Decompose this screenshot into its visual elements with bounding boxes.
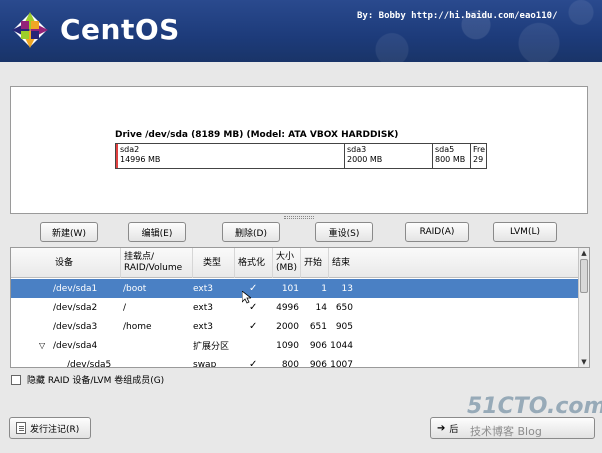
cell-end: 650 <box>335 302 353 313</box>
col-mount[interactable]: 挂载点/ RAID/Volume <box>121 248 193 278</box>
segment-size: 29 <box>473 155 484 164</box>
document-icon <box>16 422 26 434</box>
drive-title: Drive /dev/sda (8189 MB) (Model: ATA VBO… <box>115 130 399 140</box>
logo-text: CentOS <box>60 13 180 46</box>
cell-device: /dev/sda1 <box>53 283 98 294</box>
table-row[interactable]: /dev/sda2 / ext3 ✓ 4996 14 650 <box>11 298 579 317</box>
table-scrollbar[interactable]: ▲ ▼ <box>578 248 589 367</box>
cell-type: swap <box>193 359 217 368</box>
new-button[interactable]: 新建(W) <box>40 222 98 242</box>
expander-icon[interactable]: ▽ <box>39 336 45 355</box>
segment-size: 2000 MB <box>347 155 383 164</box>
col-format[interactable]: 格式化 <box>235 248 273 278</box>
cell-device: /dev/sda3 <box>53 321 98 332</box>
cell-size: 2000 <box>276 321 299 332</box>
cell-size: 800 <box>281 359 299 368</box>
delete-button[interactable]: 删除(D) <box>222 222 280 242</box>
mouse-cursor-icon <box>242 291 251 304</box>
cell-mount: / <box>123 302 127 313</box>
drive-bar: sda2 14996 MB sda3 2000 MB sda5 800 MB F… <box>115 143 487 169</box>
cell-mount: /boot <box>123 283 147 294</box>
hide-raid-label: 隐藏 RAID 设备/LVM 卷组成员(G) <box>27 376 165 386</box>
segment-name: sda2 <box>120 145 140 154</box>
header-decoration <box>182 0 602 62</box>
cell-type: ext3 <box>193 283 213 294</box>
col-type[interactable]: 类型 <box>193 248 235 278</box>
format-check-icon: ✓ <box>249 359 258 368</box>
table-header: 设备 挂载点/ RAID/Volume 类型 格式化 大小 (MB) 开始 结束 <box>11 248 579 278</box>
cell-type: ext3 <box>193 321 213 332</box>
segment-sda2[interactable]: sda2 14996 MB <box>116 144 345 168</box>
table-row[interactable]: /dev/sda3 /home ext3 ✓ 2000 651 905 <box>11 317 579 336</box>
cell-size: 1090 <box>276 340 299 351</box>
scrollbar-thumb[interactable] <box>580 259 588 293</box>
cell-start: 14 <box>315 302 327 313</box>
hide-raid-checkbox[interactable] <box>11 374 21 385</box>
cell-end: 1044 <box>330 340 353 351</box>
col-start[interactable]: 开始 <box>301 248 329 278</box>
cell-size: 4996 <box>276 302 299 313</box>
release-notes-label: 发行注记(R) <box>30 424 80 435</box>
segment-size: 800 MB <box>435 155 466 164</box>
cell-end: 13 <box>341 283 353 294</box>
segment-name: Fre <box>473 145 485 154</box>
release-notes-button[interactable]: 发行注记(R) <box>9 417 91 439</box>
segment-name: sda5 <box>435 145 455 154</box>
header-banner: CentOS By: Bobby http://hi.baidu.com/eao… <box>0 0 602 62</box>
segment-name: sda3 <box>347 145 367 154</box>
format-check-icon: ✓ <box>249 321 258 332</box>
cell-device: /dev/sda5 <box>67 359 112 368</box>
segment-size: 14996 MB <box>120 155 161 164</box>
cell-type: 扩展分区 <box>193 342 230 352</box>
col-size[interactable]: 大小 (MB) <box>273 248 301 278</box>
next-label: 后 <box>449 424 459 435</box>
scroll-down-icon[interactable]: ▼ <box>579 357 589 367</box>
col-device[interactable]: 设备 <box>11 248 121 278</box>
cell-start: 906 <box>309 359 327 368</box>
cell-mount: /home <box>123 321 152 332</box>
reset-button[interactable]: 重设(S) <box>315 222 373 242</box>
scroll-up-icon[interactable]: ▲ <box>579 248 589 258</box>
raid-button[interactable]: RAID(A) <box>405 222 469 242</box>
watermark-blog: 技术博客 Blog <box>470 425 542 438</box>
cell-end: 905 <box>335 321 353 332</box>
watermark-51cto: 51CTO.com <box>467 394 602 419</box>
arrow-right-icon: ➔ <box>437 422 446 434</box>
cell-device: /dev/sda2 <box>53 302 98 313</box>
cell-type: ext3 <box>193 302 213 313</box>
partition-table[interactable]: 设备 挂载点/ RAID/Volume 类型 格式化 大小 (MB) 开始 结束… <box>10 247 590 368</box>
table-row[interactable]: /dev/sda1 /boot ext3 ✓ 101 1 13 <box>11 279 579 298</box>
table-row[interactable]: ▽ /dev/sda4 扩展分区 1090 906 1044 <box>11 336 579 355</box>
segment-free[interactable]: Fre 29 <box>471 144 485 168</box>
col-end[interactable]: 结束 <box>329 248 579 278</box>
cell-size: 101 <box>281 283 299 294</box>
lvm-button[interactable]: LVM(L) <box>493 222 557 242</box>
drive-panel: Drive /dev/sda (8189 MB) (Model: ATA VBO… <box>10 86 588 214</box>
hide-raid-option[interactable]: 隐藏 RAID 设备/LVM 卷组成员(G) <box>11 373 164 386</box>
segment-sda5[interactable]: sda5 800 MB <box>433 144 471 168</box>
pane-splitter-handle[interactable] <box>284 216 314 219</box>
cell-start: 651 <box>309 321 327 332</box>
cell-start: 1 <box>321 283 327 294</box>
segment-sda3[interactable]: sda3 2000 MB <box>345 144 433 168</box>
cell-end: 1007 <box>330 359 353 368</box>
table-row[interactable]: /dev/sda5 swap ✓ 800 906 1007 <box>11 355 579 368</box>
cell-start: 906 <box>309 340 327 351</box>
edit-button[interactable]: 编辑(E) <box>128 222 186 242</box>
watermark-text: By: Bobby http://hi.baidu.com/eao110/ <box>357 11 558 21</box>
cell-device: /dev/sda4 <box>53 340 98 351</box>
centos-logo-icon <box>12 12 48 48</box>
